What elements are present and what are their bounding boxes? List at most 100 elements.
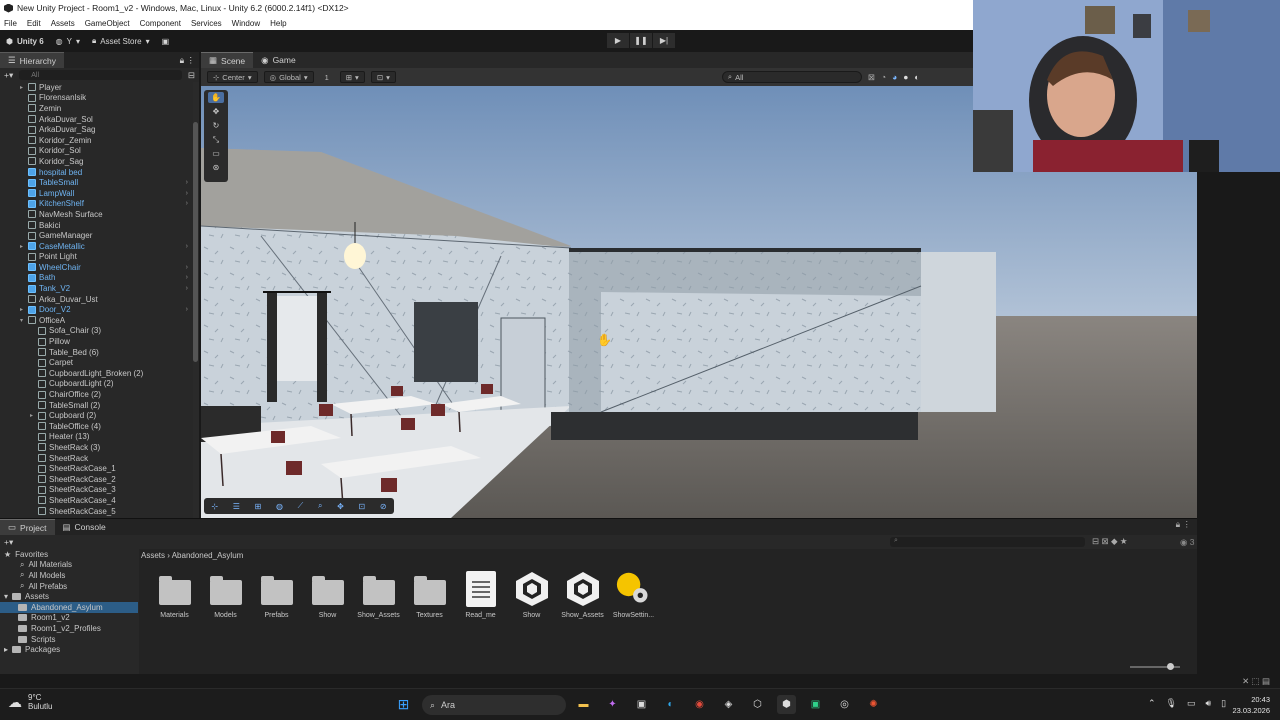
favorite-item[interactable]: ⌕ All Prefabs [0,581,138,592]
asset-item[interactable]: Show_Assets [353,571,404,619]
hierarchy-item[interactable]: GameManager [0,230,194,241]
breadcrumb-current[interactable]: Abandoned_Asylum [172,551,244,560]
hierarchy-scrollbar[interactable] [193,82,199,518]
assets-section[interactable]: ▾ Assets [0,591,138,602]
clock[interactable]: 20:43 23.03.2026 [1232,694,1270,716]
hierarchy-item[interactable]: Zemin [0,103,194,114]
menu-component[interactable]: Component [140,19,181,28]
hierarchy-item[interactable]: Point Light [0,252,194,263]
shading-icon[interactable]: ● [903,72,908,82]
hierarchy-item[interactable]: KitchenShelf › [0,199,194,210]
hierarchy-item[interactable]: CupboardLight_Broken (2) [0,368,194,379]
favorite-item[interactable]: ⌕ All Materials [0,560,138,571]
lock-icon[interactable]: 🔒︎ ⋮ [1176,519,1191,535]
hierarchy-item[interactable]: Arka_Duvar_Ust [0,294,194,305]
favorite-item[interactable]: ⌕ All Models [0,570,138,581]
lighting-toggle-icon[interactable]: ◕ [892,72,897,82]
project-folder[interactable]: Scripts [0,634,138,645]
unity-hub-icon[interactable]: ⬡ [748,695,767,714]
hierarchy-item[interactable]: ArkaDuvar_Sol [0,114,194,125]
overlay-icon[interactable]: ⌕ [318,501,322,511]
menu-gameobject[interactable]: GameObject [85,19,130,28]
chevron-right-icon[interactable]: ⌕ [20,581,24,591]
asset-item[interactable]: Show [302,571,353,619]
hierarchy-item[interactable]: CupboardLight (2) [0,379,194,390]
grid-snap-field[interactable]: 1 [320,71,334,83]
overlay-icon[interactable]: ⊘ [380,502,387,511]
hierarchy-item[interactable]: Pillow [0,336,194,347]
hierarchy-item[interactable]: WheelChair › [0,262,194,273]
hierarchy-item[interactable]: Koridor_Sag [0,156,194,167]
overlay-icon[interactable]: ✥ [337,502,344,511]
menu-edit[interactable]: Edit [27,19,41,28]
chevron-right-icon[interactable]: ⌕ [20,560,24,570]
hierarchy-search-input[interactable]: All [19,70,182,80]
expand-arrow-icon[interactable]: ▾ [20,317,28,324]
hierarchy-item[interactable]: TableSmall (2) [0,400,194,411]
volume-icon[interactable]: 🔊︎ [1206,698,1212,709]
overlay-icon[interactable]: ⊹ [211,502,218,511]
asset-item[interactable]: ShowSettin... [608,571,659,619]
menu-file[interactable]: File [4,19,17,28]
package-icon[interactable]: ▣ [162,37,170,46]
status-icons[interactable]: ✕ ⬚ ▤ [1242,676,1270,687]
favorites-section[interactable]: ★ Favorites [0,549,138,560]
windows-start-icon[interactable]: ⊞ [394,695,413,714]
file-explorer-icon[interactable]: ▬ [574,695,593,714]
tab-scene[interactable]: ▦ Scene [201,52,254,68]
steam-icon[interactable]: ◈ [719,695,738,714]
transform-tool-icon[interactable]: ⊛ [208,162,224,173]
hierarchy-item[interactable]: ▸ Player [0,82,194,93]
tab-console[interactable]: ▤ Console [55,519,114,535]
chrome-icon[interactable]: ◉ [690,695,709,714]
chevron-right-icon[interactable]: › [186,264,188,271]
pivot-dropdown[interactable]: ⊹ Center ▾ [207,71,258,83]
hierarchy-item[interactable]: SheetRackCase_4 [0,495,194,506]
chevron-right-icon[interactable]: › [186,306,188,313]
overlay-icon[interactable]: ⊞ [255,502,262,511]
tab-game[interactable]: ◉ Game [253,52,304,68]
project-search-input[interactable]: ⌕ [890,537,1085,547]
chevron-right-icon[interactable]: › [186,179,188,186]
expand-arrow-icon[interactable]: ▸ [20,84,28,91]
hand-tool-icon[interactable]: ✋ [208,92,224,103]
chevron-down-icon[interactable]: ▾ [4,592,8,601]
asset-item[interactable]: Read_me [455,571,506,619]
asset-item[interactable]: Textures [404,571,455,619]
hierarchy-item[interactable]: SheetRack (3) [0,442,194,453]
menu-assets[interactable]: Assets [51,19,75,28]
microphone-icon[interactable]: 🎙︎ [1166,698,1177,709]
space-dropdown[interactable]: ◎ Global ▾ [263,71,314,83]
asset-item[interactable]: Prefabs [251,571,302,619]
overlay-icon[interactable]: ◍ [276,502,283,511]
project-folder[interactable]: Room1_v2 [0,613,138,624]
app-icon[interactable]: ✺ [864,695,883,714]
chevron-right-icon[interactable]: › [186,200,188,207]
app-icon[interactable]: ▣ [806,695,825,714]
weather-widget[interactable]: ☁ 9°C Bulutlu [8,693,52,711]
menu-services[interactable]: Services [191,19,222,28]
zoom-slider-thumb[interactable] [1167,663,1174,670]
account-dropdown[interactable]: ◍ Y ▾ [56,37,80,46]
hierarchy-item[interactable]: Koridor_Zemin [0,135,194,146]
hierarchy-item[interactable]: LampWall › [0,188,194,199]
hierarchy-item[interactable]: Bath › [0,273,194,284]
hierarchy-item[interactable]: ▾ OfficeA [0,315,194,326]
hierarchy-item[interactable]: Koridor_Sol [0,146,194,157]
hierarchy-item[interactable]: ▸ Door_V2 › [0,304,194,315]
asset-item[interactable]: Show_Assets [557,571,608,619]
tab-hierarchy[interactable]: ☰ Hierarchy [0,52,64,68]
hierarchy-item[interactable]: SheetRackCase_3 [0,485,194,496]
gizmos-icon[interactable]: ◐ [914,72,919,82]
battery-icon[interactable]: ▯ [1221,698,1226,709]
draw-mode-icon[interactable]: ⊠ [868,72,875,83]
add-icon[interactable]: +▾ [4,70,13,81]
unity-account-button[interactable]: ⬢ Unity 6 [6,37,44,46]
star-icon[interactable]: ★ [4,550,11,559]
overlay-icon[interactable]: ⟋ [298,501,304,511]
step-button[interactable]: ▶| [653,33,675,48]
rotate-tool-icon[interactable]: ↻ [208,120,224,131]
packages-section[interactable]: ▸ Packages [0,644,138,655]
tab-project[interactable]: ▭ Project [0,519,55,535]
project-folder[interactable]: Room1_v2_Profiles [0,623,138,634]
